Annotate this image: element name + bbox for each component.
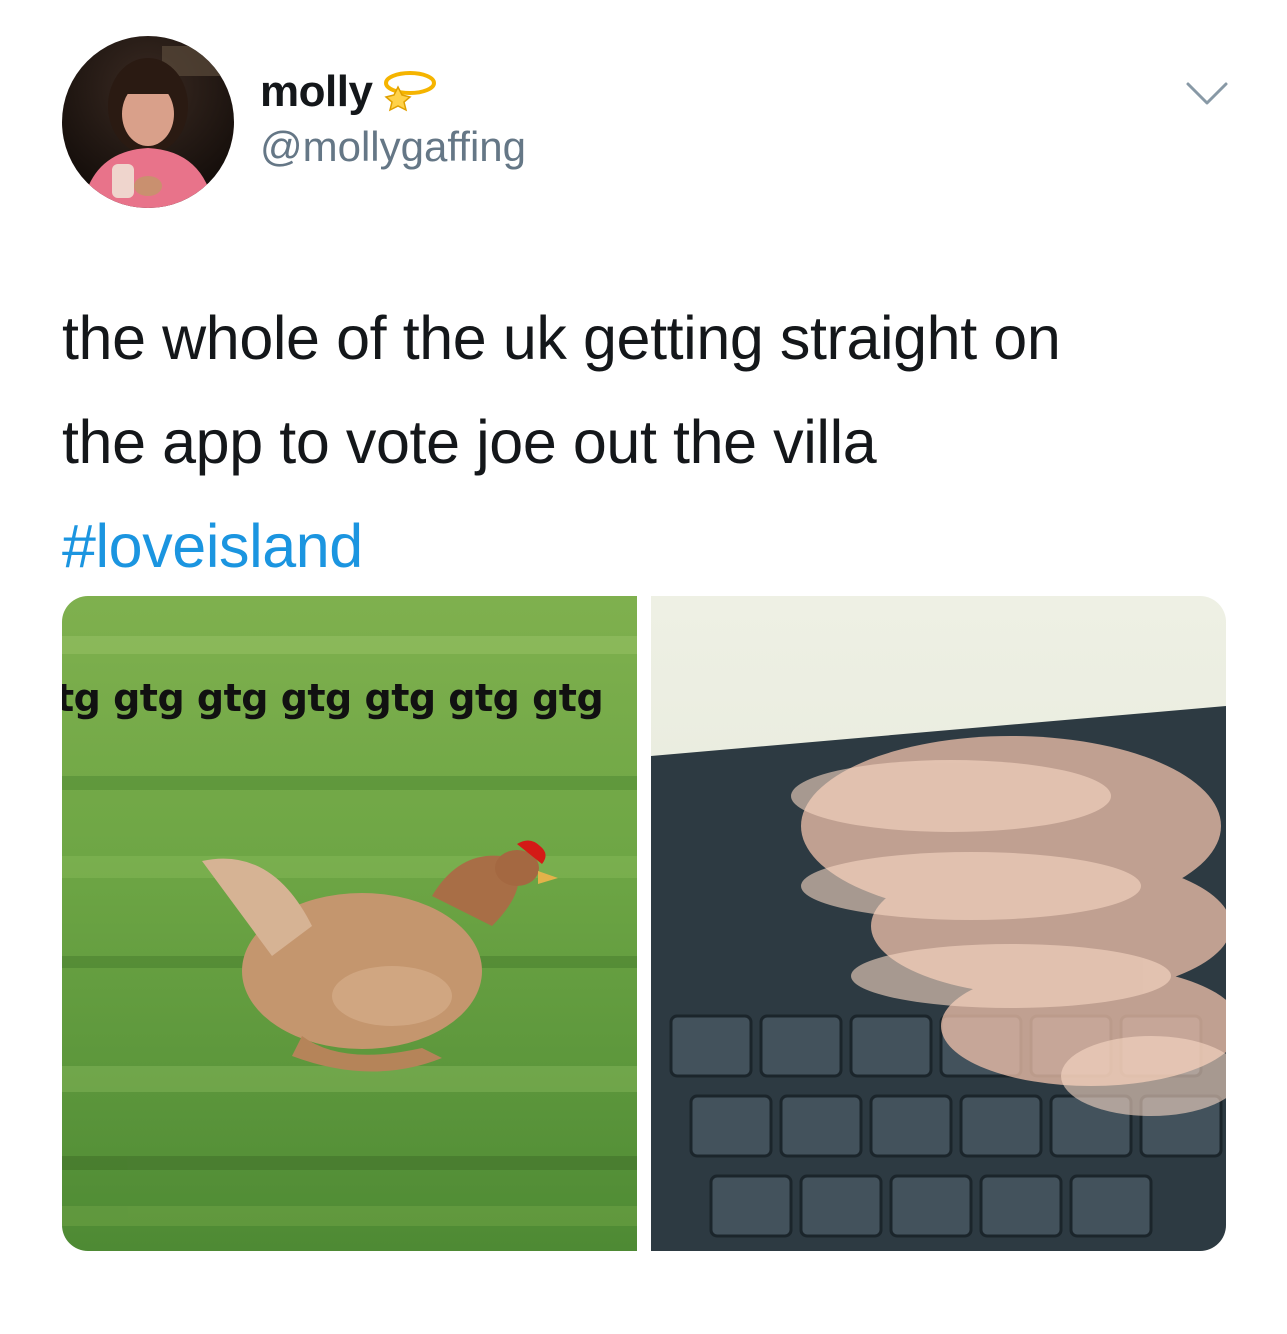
display-name[interactable]: molly [260,70,373,114]
tweet-text-line: the app to vote joe out the villa [62,408,877,476]
chevron-down-icon[interactable] [1184,80,1230,108]
hashtag-link[interactable]: #loveisland [62,512,363,580]
media-grid: tg gtg gtg gtg gtg gtg gtg [62,596,1226,1251]
user-handle[interactable]: @mollygaffing [260,123,526,170]
author-block: molly @mollygaffing [260,64,526,170]
avatar-image [62,36,234,208]
tweet-card: molly @mollygaffing the whole of the uk … [0,0,1287,1334]
keyboard-photo [651,596,1226,1251]
fast-typing-keyboard-image[interactable] [651,596,1226,1251]
running-chicken-image[interactable]: tg gtg gtg gtg gtg gtg gtg [62,596,637,1251]
avatar[interactable] [62,36,234,208]
tweet-text-line: the whole of the uk getting straight on [62,304,1061,372]
angel-halo-icon [384,71,437,112]
gtg-caption: tg gtg gtg gtg gtg gtg gtg [62,676,604,720]
